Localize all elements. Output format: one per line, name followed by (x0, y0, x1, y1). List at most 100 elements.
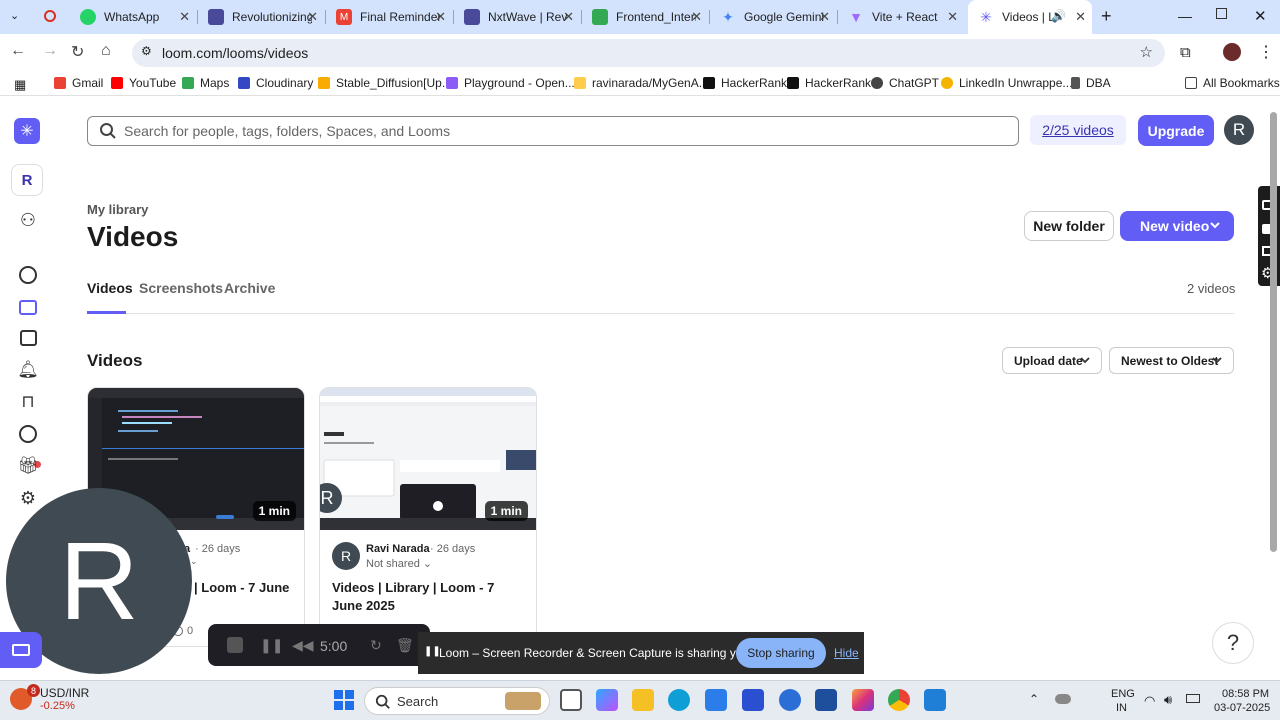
video-card[interactable]: R 1 min R Ravi Narada · 26 days Not shar… (319, 387, 537, 647)
tab-archive[interactable]: Archive (224, 280, 275, 296)
bookmark-star-icon[interactable]: ☆ (1140, 43, 1153, 61)
tab-google-drive[interactable]: Frontend_Intern ✕ (582, 0, 708, 34)
close-tab-icon[interactable]: ✕ (1075, 9, 1086, 25)
trash-icon[interactable]: 🗑︎ (396, 637, 414, 654)
breadcrumb[interactable]: My library (87, 202, 148, 217)
network-app-icon[interactable] (779, 689, 801, 711)
file-explorer-icon[interactable] (632, 689, 654, 711)
bookmark-cloudinary[interactable]: Cloudinary (238, 76, 313, 90)
back-icon[interactable]: ← (10, 42, 26, 60)
forward-icon[interactable]: → (42, 42, 58, 60)
url-field[interactable]: ⚙ loom.com/looms/videos ☆ (132, 39, 1165, 67)
scrollbar[interactable] (1270, 112, 1277, 552)
restart-icon[interactable]: ↻ (370, 637, 382, 654)
upgrade-button[interactable]: Upgrade (1138, 115, 1214, 146)
battery-icon[interactable] (1186, 694, 1200, 703)
sort-order-select[interactable]: Newest to Oldest (1109, 347, 1234, 374)
help-button[interactable]: ? (1212, 622, 1254, 664)
calendar-icon[interactable] (16, 326, 40, 350)
video-title[interactable]: | Loom - 7 June (194, 579, 304, 597)
video-quota-link[interactable]: 2/25 videos (1030, 115, 1126, 145)
stop-recording-button[interactable] (227, 637, 243, 653)
new-folder-button[interactable]: New folder (1024, 211, 1114, 241)
tab-gemini[interactable]: ✦ Google Gemini ✕ (710, 0, 836, 34)
notifications-icon[interactable]: 🔔︎ (16, 358, 40, 382)
chevron-down-icon[interactable]: ⌄ (190, 556, 198, 567)
ticker-name[interactable]: USD/INR (40, 686, 89, 700)
stop-sharing-button[interactable]: Stop sharing (736, 638, 826, 668)
bookmark-youtube[interactable]: YouTube (111, 76, 176, 90)
site-info-icon[interactable]: ⚙ (141, 44, 152, 58)
share-status[interactable]: Not shared ⌄ (366, 557, 432, 570)
tab-nxtwave[interactable]: NxtWave | Revo ✕ (454, 0, 580, 34)
video-app-icon[interactable] (815, 689, 837, 711)
close-tab-icon[interactable]: ✕ (435, 9, 446, 25)
language-code[interactable]: ENG (1111, 688, 1135, 700)
copilot-icon[interactable] (596, 689, 618, 711)
bookmark-stable-diffusion[interactable]: Stable_Diffusion[Up... (318, 76, 452, 90)
library-icon[interactable] (16, 295, 40, 319)
minimize-icon[interactable]: — (1178, 8, 1192, 24)
close-window-icon[interactable]: ✕ (1254, 7, 1267, 25)
instagram-icon[interactable] (852, 689, 874, 711)
bookmark-ravinarada[interactable]: ravinarada/MyGenA... (574, 76, 709, 90)
loom-logo[interactable]: ✳ (14, 118, 40, 144)
volume-icon[interactable]: 🔊︎ (1164, 692, 1172, 708)
teams-icon[interactable] (742, 689, 764, 711)
reload-icon[interactable]: ↻ (71, 42, 84, 62)
owner-name[interactable]: Ravi Narada (366, 543, 430, 555)
close-tab-icon[interactable]: ✕ (179, 9, 190, 25)
profile-circle-icon[interactable] (16, 263, 40, 287)
rewind-icon[interactable]: ◀◀ (292, 637, 314, 654)
tab-list-icon[interactable]: ⌄ (10, 9, 19, 22)
all-bookmarks[interactable]: All Bookmarks (1185, 76, 1280, 90)
bookmark-linkedin[interactable]: LinkedIn Unwrappe... (941, 76, 1072, 90)
bookmark-dba[interactable]: DBA (1071, 76, 1111, 90)
tab-revolutionizing[interactable]: Revolutionizing ✕ (198, 0, 324, 34)
close-tab-icon[interactable]: ✕ (691, 9, 702, 25)
close-tab-icon[interactable]: ✕ (563, 9, 574, 25)
tab-gmail[interactable]: M Final Reminder ✕ (326, 0, 452, 34)
tab-loom-active[interactable]: ✳ Videos | Lib🔊 ✕ (968, 0, 1092, 34)
clock-time[interactable]: 08:58 PM (1222, 688, 1269, 700)
user-avatar[interactable]: R (1224, 115, 1254, 145)
history-icon[interactable] (16, 422, 40, 446)
chevron-up-icon[interactable]: ⌃ (1029, 692, 1039, 706)
restore-icon[interactable] (1216, 8, 1227, 19)
chrome-icon[interactable] (888, 689, 910, 711)
bookmark-hackerrank-2[interactable]: HackerRank (787, 76, 871, 90)
bookmark-playground[interactable]: Playground - Open... (446, 76, 575, 90)
task-view-icon[interactable] (560, 689, 582, 711)
apps-icon[interactable]: ▦ (14, 77, 26, 93)
settings-icon[interactable]: ⚙ (16, 486, 40, 510)
new-video-button[interactable]: New video (1120, 211, 1234, 241)
pause-icon[interactable]: ❚❚ (260, 637, 283, 654)
profile-icon[interactable] (1223, 43, 1241, 61)
bookmark-icon[interactable]: ⊓ (16, 390, 40, 414)
close-tab-icon[interactable]: ✕ (307, 9, 318, 25)
bookmark-maps[interactable]: Maps (182, 76, 229, 90)
tab-videos[interactable]: Videos (87, 280, 133, 296)
tab-screenshots[interactable]: Screenshots (139, 280, 223, 296)
browser-menu-icon[interactable]: ⋮ (1258, 42, 1274, 62)
bookmark-gmail[interactable]: Gmail (54, 76, 103, 90)
bookmark-hackerrank-1[interactable]: HackerRank (703, 76, 787, 90)
vscode-icon[interactable] (924, 689, 946, 711)
home-icon[interactable]: ⌂ (101, 42, 111, 60)
camera-toggle-button[interactable] (0, 632, 42, 668)
gift-icon[interactable]: 🎁︎ (16, 454, 40, 478)
hide-button[interactable]: Hide (834, 646, 859, 660)
start-icon[interactable] (334, 690, 354, 710)
wifi-icon[interactable]: ◠ (1144, 693, 1155, 709)
edge-icon[interactable] (668, 689, 690, 711)
new-tab-icon[interactable]: + (1101, 6, 1112, 27)
taskbar-search[interactable]: Search (364, 687, 550, 715)
tab-vite[interactable]: ▼ Vite + React ✕ (838, 0, 964, 34)
close-tab-icon[interactable]: ✕ (819, 9, 830, 25)
bookmark-chatgpt[interactable]: ChatGPT (871, 76, 939, 90)
close-tab-icon[interactable]: ✕ (947, 9, 958, 25)
store-icon[interactable] (705, 689, 727, 711)
workspace-avatar[interactable]: R (11, 164, 43, 196)
extensions-icon[interactable]: ⧉ (1180, 44, 1191, 61)
tab-whatsapp[interactable]: WhatsApp ✕ (70, 0, 196, 34)
